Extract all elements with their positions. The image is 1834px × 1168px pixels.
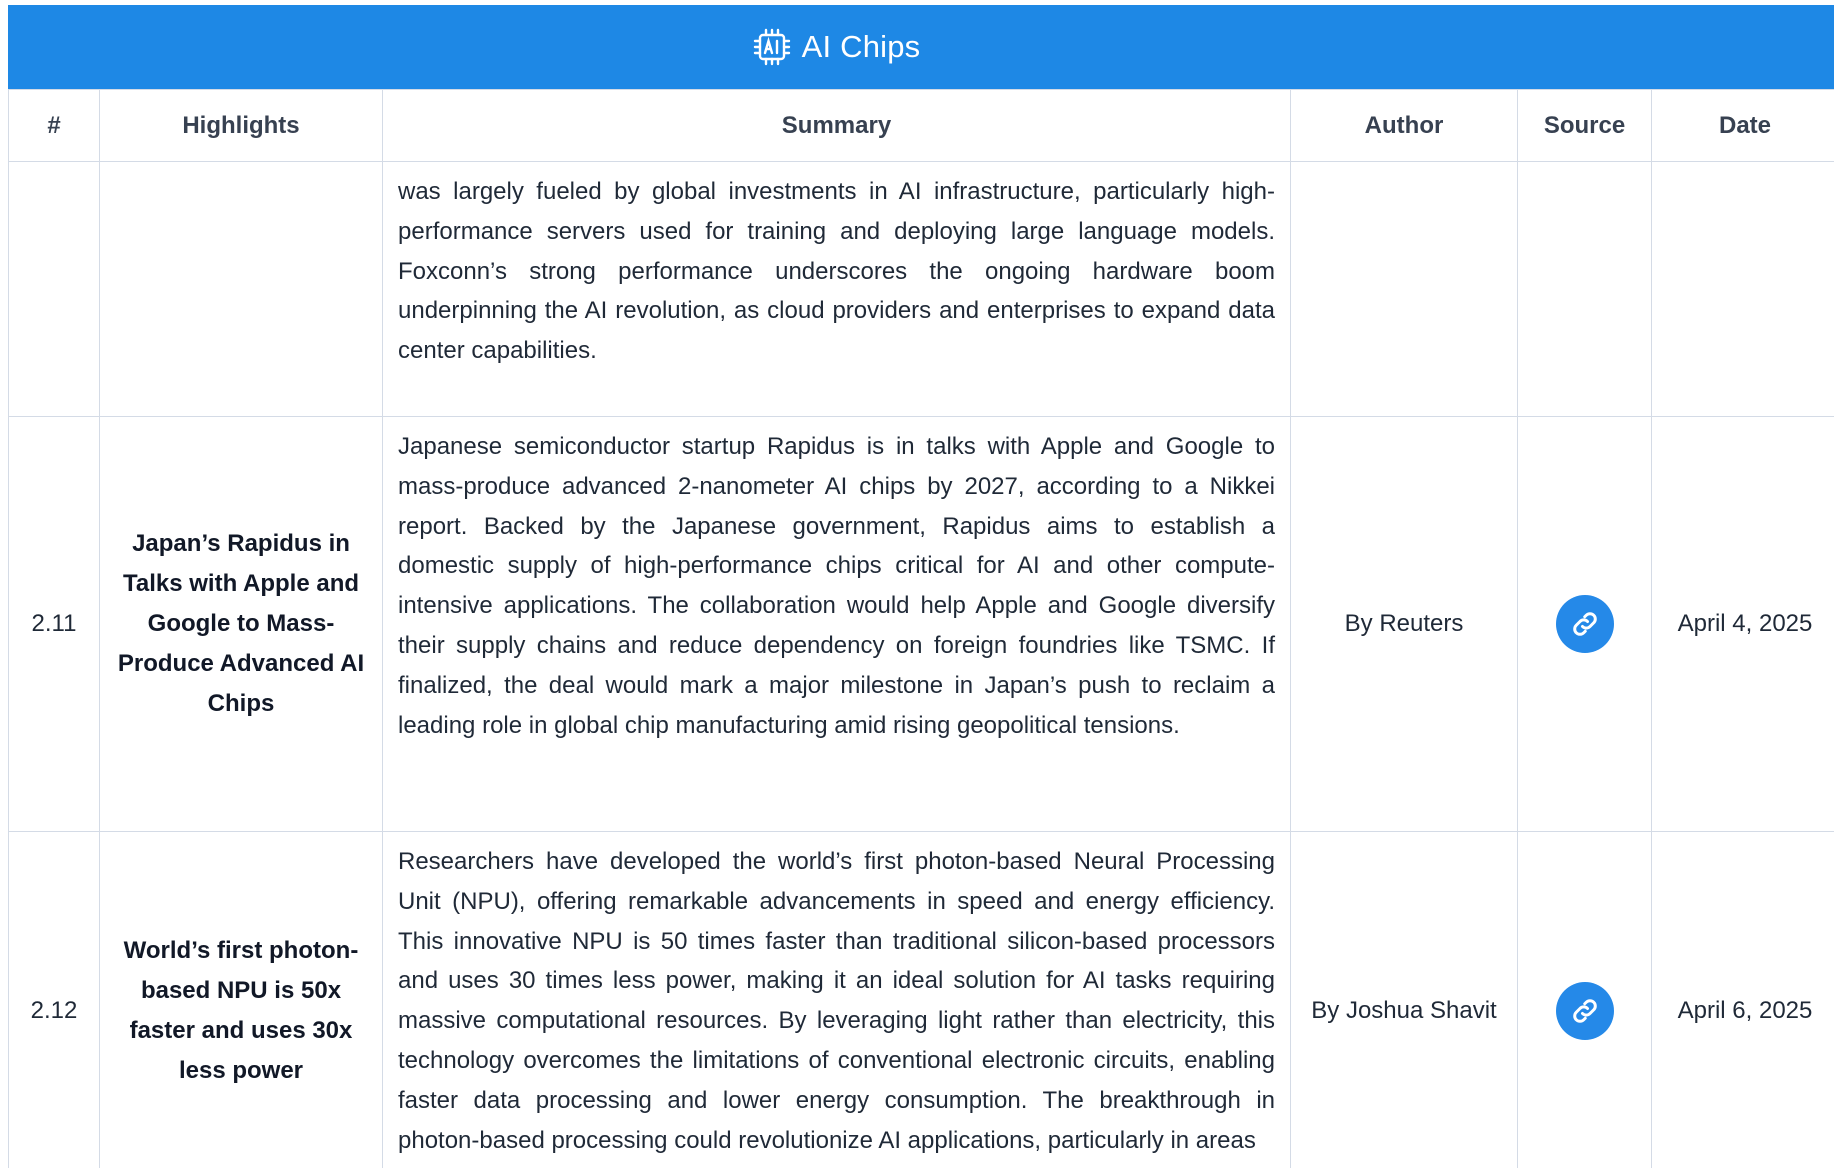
row-date: April 6, 2025	[1651, 830, 1834, 1168]
link-icon	[1572, 612, 1597, 636]
table-header-row: # Highlights Summary Author Source Date	[8, 89, 1834, 162]
link-icon	[1572, 999, 1597, 1023]
row-highlight	[99, 161, 383, 417]
row-number	[8, 161, 100, 417]
ai-chip-icon	[752, 27, 792, 67]
row-summary: was largely fueled by global investments…	[382, 161, 1291, 417]
row-source	[1517, 161, 1652, 417]
table-row: 2.12 World’s first photon-based NPU is 5…	[8, 830, 1834, 1168]
table-title-text: AI Chips	[801, 29, 921, 64]
column-header-source: Source	[1517, 89, 1652, 162]
row-highlight: Japan’s Rapidus in Talks with Apple and …	[99, 416, 383, 832]
table-row: 2.11 Japan’s Rapidus in Talks with Apple…	[8, 416, 1834, 832]
table-row: was largely fueled by global investments…	[8, 161, 1834, 417]
column-header-highlights: Highlights	[99, 89, 383, 162]
row-source	[1517, 416, 1652, 832]
row-author	[1290, 161, 1518, 417]
row-date	[1651, 161, 1834, 417]
column-header-summary: Summary	[382, 89, 1291, 162]
row-author: By Reuters	[1290, 416, 1518, 832]
row-number: 2.12	[8, 830, 100, 1168]
table-title: AI Chips	[752, 27, 921, 67]
column-header-author: Author	[1290, 89, 1518, 162]
row-number: 2.11	[8, 416, 100, 832]
row-author: By Joshua Shavit	[1290, 830, 1518, 1168]
row-source	[1517, 830, 1652, 1168]
news-table-sheet: AI Chips # Highlights Summary Author Sou…	[8, 5, 1834, 1168]
row-highlight: World’s first photon-based NPU is 50x fa…	[99, 830, 383, 1168]
row-summary: Researchers have developed the world’s f…	[382, 830, 1291, 1168]
row-date: April 4, 2025	[1651, 416, 1834, 832]
column-header-date: Date	[1651, 89, 1834, 162]
table-title-bar: AI Chips	[8, 5, 1834, 89]
news-table: # Highlights Summary Author Source Date …	[8, 89, 1834, 1168]
source-link-button[interactable]	[1555, 982, 1614, 1041]
row-summary: Japanese semiconductor startup Rapidus i…	[382, 416, 1291, 832]
column-header-number: #	[8, 89, 100, 162]
source-link-button[interactable]	[1555, 595, 1614, 653]
